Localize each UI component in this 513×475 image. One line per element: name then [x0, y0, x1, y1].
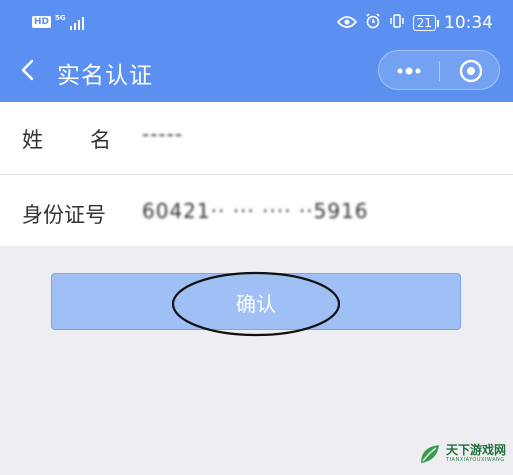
back-button[interactable] — [14, 52, 44, 88]
status-right: 21 10:34 — [336, 13, 493, 33]
id-number-row[interactable]: 身份证号 60421·· ··· ···· ··5916 — [0, 175, 513, 246]
name-row[interactable]: 姓名 ----- — [0, 102, 513, 175]
confirm-button[interactable]: 确认 — [51, 273, 461, 330]
id-number-field[interactable]: 60421·· ··· ···· ··5916 — [142, 199, 369, 223]
app-header: HD 5G 21 10:34 实名认证 — [0, 0, 513, 102]
watermark-subtitle: TIANXIAYOUXIWANG — [446, 457, 505, 463]
id-number-label: 身份证号 — [22, 203, 106, 227]
back-arrow-icon — [21, 59, 34, 81]
mini-program-capsule — [378, 50, 500, 90]
vibrate-icon — [389, 13, 405, 33]
close-button[interactable] — [440, 51, 500, 91]
more-button[interactable] — [379, 51, 439, 91]
alarm-icon — [365, 13, 381, 33]
battery-level: 21 — [412, 15, 440, 31]
name-label: 姓名 — [22, 128, 111, 152]
close-circle-icon — [459, 59, 483, 83]
more-dots-icon — [397, 67, 421, 75]
status-bar: HD 5G 21 10:34 — [0, 0, 513, 44]
page-title: 实名认证 — [57, 63, 153, 89]
eye-icon — [336, 14, 357, 33]
leaf-logo-icon — [421, 445, 439, 463]
watermark-logo: 天下游戏网 TIANXIAYOUXIWANG — [417, 441, 506, 467]
clock: 10:34 — [444, 13, 493, 33]
identity-form: 姓名 ----- 身份证号 60421·· ··· ···· ··5916 — [0, 102, 513, 246]
network-type: 5G — [55, 14, 66, 22]
watermark-title: 天下游戏网 — [446, 443, 507, 457]
signal-icon — [69, 16, 84, 30]
confirm-label: 确认 — [236, 292, 276, 316]
status-left: HD 5G — [32, 14, 84, 30]
name-field[interactable]: ----- — [142, 122, 183, 146]
hd-badge: HD — [32, 16, 52, 28]
